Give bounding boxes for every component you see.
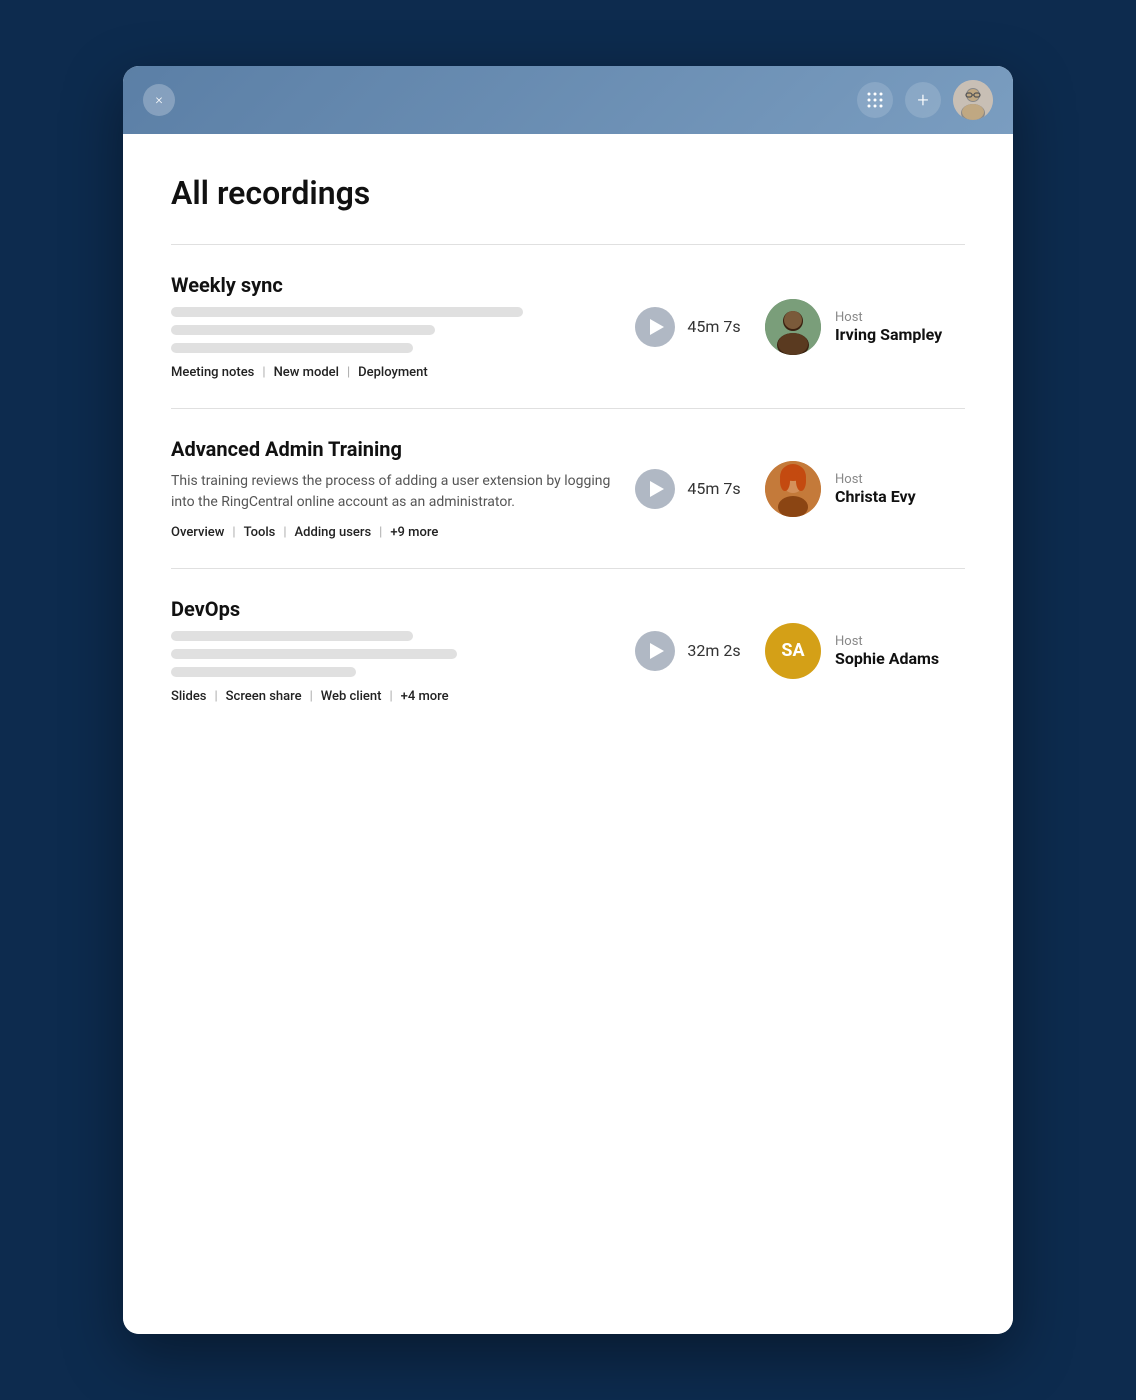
host-label: Host (835, 310, 942, 325)
duration: 45m 7s (687, 317, 740, 336)
skeleton-line (171, 325, 435, 335)
host-name: Christa Evy (835, 487, 916, 506)
recording-right: Host Irving Sampley (765, 299, 965, 355)
recording-description: This training reviews the process of add… (171, 471, 611, 513)
duration: 45m 7s (687, 479, 740, 498)
tag-separator: | (379, 525, 382, 540)
recording-right: Host Christa Evy (765, 461, 965, 517)
host-info: Host Irving Sampley (835, 310, 942, 344)
tag-more[interactable]: +4 more (401, 689, 449, 704)
play-button[interactable] (635, 307, 675, 347)
skeleton-lines (171, 307, 611, 353)
app-window: × + (123, 66, 1013, 1334)
skeleton-line (171, 631, 413, 641)
user-avatar-button[interactable] (953, 80, 993, 120)
host-label: Host (835, 634, 939, 649)
header-bar: × + (123, 66, 1013, 134)
tag-separator: | (347, 365, 350, 380)
skeleton-line (171, 667, 356, 677)
christa-avatar-svg (765, 461, 821, 517)
recording-item-weekly-sync: Weekly sync Meeting notes | New model | … (171, 245, 965, 408)
host-avatar-irving (765, 299, 821, 355)
host-avatar-sophie: SA (765, 623, 821, 679)
recording-tags: Slides | Screen share | Web client | +4 … (171, 689, 611, 704)
host-info: Host Sophie Adams (835, 634, 939, 668)
play-icon (650, 481, 664, 497)
recording-center: 45m 7s (623, 469, 753, 509)
user-avatar (953, 80, 993, 120)
recording-title[interactable]: Weekly sync (171, 273, 611, 297)
tag-web-client[interactable]: Web client (321, 689, 382, 704)
skeleton-line (171, 343, 413, 353)
host-name: Irving Sampley (835, 325, 942, 344)
tag-slides[interactable]: Slides (171, 689, 206, 704)
host-name: Sophie Adams (835, 649, 939, 668)
tag-screen-share[interactable]: Screen share (226, 689, 302, 704)
recording-item-devops: DevOps Slides | Screen share | Web clien… (171, 569, 965, 732)
tag-overview[interactable]: Overview (171, 525, 224, 540)
recording-tags: Meeting notes | New model | Deployment (171, 365, 611, 380)
recording-tags: Overview | Tools | Adding users | +9 mor… (171, 525, 611, 540)
tag-more[interactable]: +9 more (390, 525, 438, 540)
tag-new-model[interactable]: New model (274, 365, 339, 380)
tag-separator: | (389, 689, 392, 704)
add-button[interactable]: + (905, 82, 941, 118)
recording-layout: Weekly sync Meeting notes | New model | … (171, 273, 965, 380)
host-label: Host (835, 472, 916, 487)
recording-left: Weekly sync Meeting notes | New model | … (171, 273, 611, 380)
play-icon (650, 319, 664, 335)
tag-meeting-notes[interactable]: Meeting notes (171, 365, 254, 380)
recording-title[interactable]: Advanced Admin Training (171, 437, 611, 461)
tag-tools[interactable]: Tools (244, 525, 276, 540)
header-right: + (857, 80, 993, 120)
recording-left: DevOps Slides | Screen share | Web clien… (171, 597, 611, 704)
recording-center: 32m 2s (623, 631, 753, 671)
play-button[interactable] (635, 631, 675, 671)
close-button[interactable]: × (143, 84, 175, 116)
tag-separator: | (214, 689, 217, 704)
host-info: Host Christa Evy (835, 472, 916, 506)
skeleton-line (171, 307, 523, 317)
play-button[interactable] (635, 469, 675, 509)
recording-item-advanced-admin: Advanced Admin Training This training re… (171, 409, 965, 568)
page-title: All recordings (171, 174, 965, 212)
sophie-initials: SA (781, 640, 804, 661)
play-icon (650, 643, 664, 659)
recording-layout: Advanced Admin Training This training re… (171, 437, 965, 540)
tag-separator: | (310, 689, 313, 704)
skeleton-lines (171, 631, 611, 677)
skeleton-line (171, 649, 457, 659)
recording-right: SA Host Sophie Adams (765, 623, 965, 679)
duration: 32m 2s (687, 641, 740, 660)
tag-adding-users[interactable]: Adding users (295, 525, 372, 540)
add-icon: + (917, 90, 928, 110)
tag-deployment[interactable]: Deployment (358, 365, 428, 380)
recording-title[interactable]: DevOps (171, 597, 611, 621)
recording-layout: DevOps Slides | Screen share | Web clien… (171, 597, 965, 704)
recording-left: Advanced Admin Training This training re… (171, 437, 611, 540)
tag-separator: | (232, 525, 235, 540)
recording-center: 45m 7s (623, 307, 753, 347)
grid-icon-button[interactable] (857, 82, 893, 118)
host-avatar-christa (765, 461, 821, 517)
tag-separator: | (262, 365, 265, 380)
main-content: All recordings Weekly sync Meeting notes… (123, 134, 1013, 1334)
irving-avatar-svg (765, 299, 821, 355)
tag-separator: | (283, 525, 286, 540)
grid-icon (866, 91, 884, 109)
